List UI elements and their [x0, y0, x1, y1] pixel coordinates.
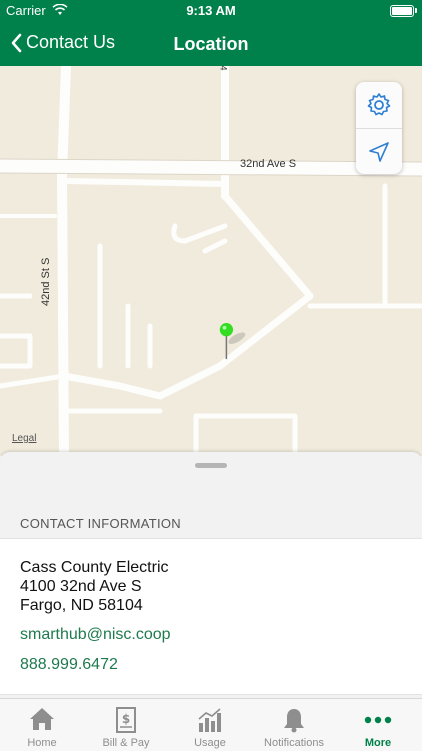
road-label-fragment: 4 [218, 66, 229, 71]
sheet-grabber-handle[interactable] [195, 463, 227, 468]
contact-info-card: Cass County Electric 4100 32nd Ave S Far… [0, 538, 422, 695]
tab-notifications-label: Notifications [264, 737, 324, 749]
section-header: CONTACT INFORMATION [20, 516, 181, 531]
tab-bill-pay-label: Bill & Pay [102, 737, 150, 749]
address-line-2: Fargo, ND 58104 [20, 597, 143, 614]
bell-icon [284, 709, 304, 733]
tab-home[interactable]: Home [0, 699, 84, 751]
map-settings-button[interactable] [356, 82, 402, 128]
contact-sheet: CONTACT INFORMATION Cass County Electric… [0, 452, 422, 698]
navigation-bar: Contact Us Location [0, 22, 422, 66]
battery-tip [415, 8, 417, 13]
tab-notifications[interactable]: Notifications [252, 699, 336, 751]
tab-bar: Home $ Bill & Pay Usage Notifications Mo… [0, 698, 422, 751]
road-label-42nd-st: 42nd St S [40, 257, 52, 306]
legal-link[interactable]: Legal [12, 433, 36, 444]
settings-gear-icon [367, 93, 391, 116]
company-name: Cass County Electric [20, 559, 169, 576]
svg-text:$: $ [122, 712, 130, 726]
page-title: Location [173, 34, 249, 54]
location-arrow-icon [369, 142, 389, 162]
tab-more[interactable]: More [336, 699, 420, 751]
address-line-1: 4100 32nd Ave S [20, 578, 142, 595]
tab-home-label: Home [27, 737, 57, 749]
status-bar: Carrier 9:13 AM [0, 0, 422, 22]
bill-icon: $ [116, 707, 136, 733]
home-icon [30, 708, 54, 730]
status-time: 9:13 AM [186, 3, 236, 18]
more-dots-icon [364, 716, 392, 724]
tab-more-label: More [364, 737, 392, 749]
phone-link[interactable]: 888.999.6472 [20, 656, 118, 674]
email-link[interactable]: smarthub@nisc.coop [20, 626, 171, 644]
road-label-32nd-ave: 32nd Ave S [240, 158, 297, 170]
tab-bill-pay[interactable]: $ Bill & Pay [84, 699, 168, 751]
current-location-button[interactable] [356, 129, 402, 175]
location-pin-icon[interactable] [219, 323, 249, 361]
map-view[interactable]: 32nd Ave S 42nd St S 4 Legal [0, 66, 422, 456]
battery-icon [390, 5, 414, 17]
tab-usage[interactable]: Usage [168, 699, 252, 751]
usage-chart-icon [198, 708, 221, 732]
tab-usage-label: Usage [194, 737, 226, 749]
map-controls [356, 82, 402, 174]
